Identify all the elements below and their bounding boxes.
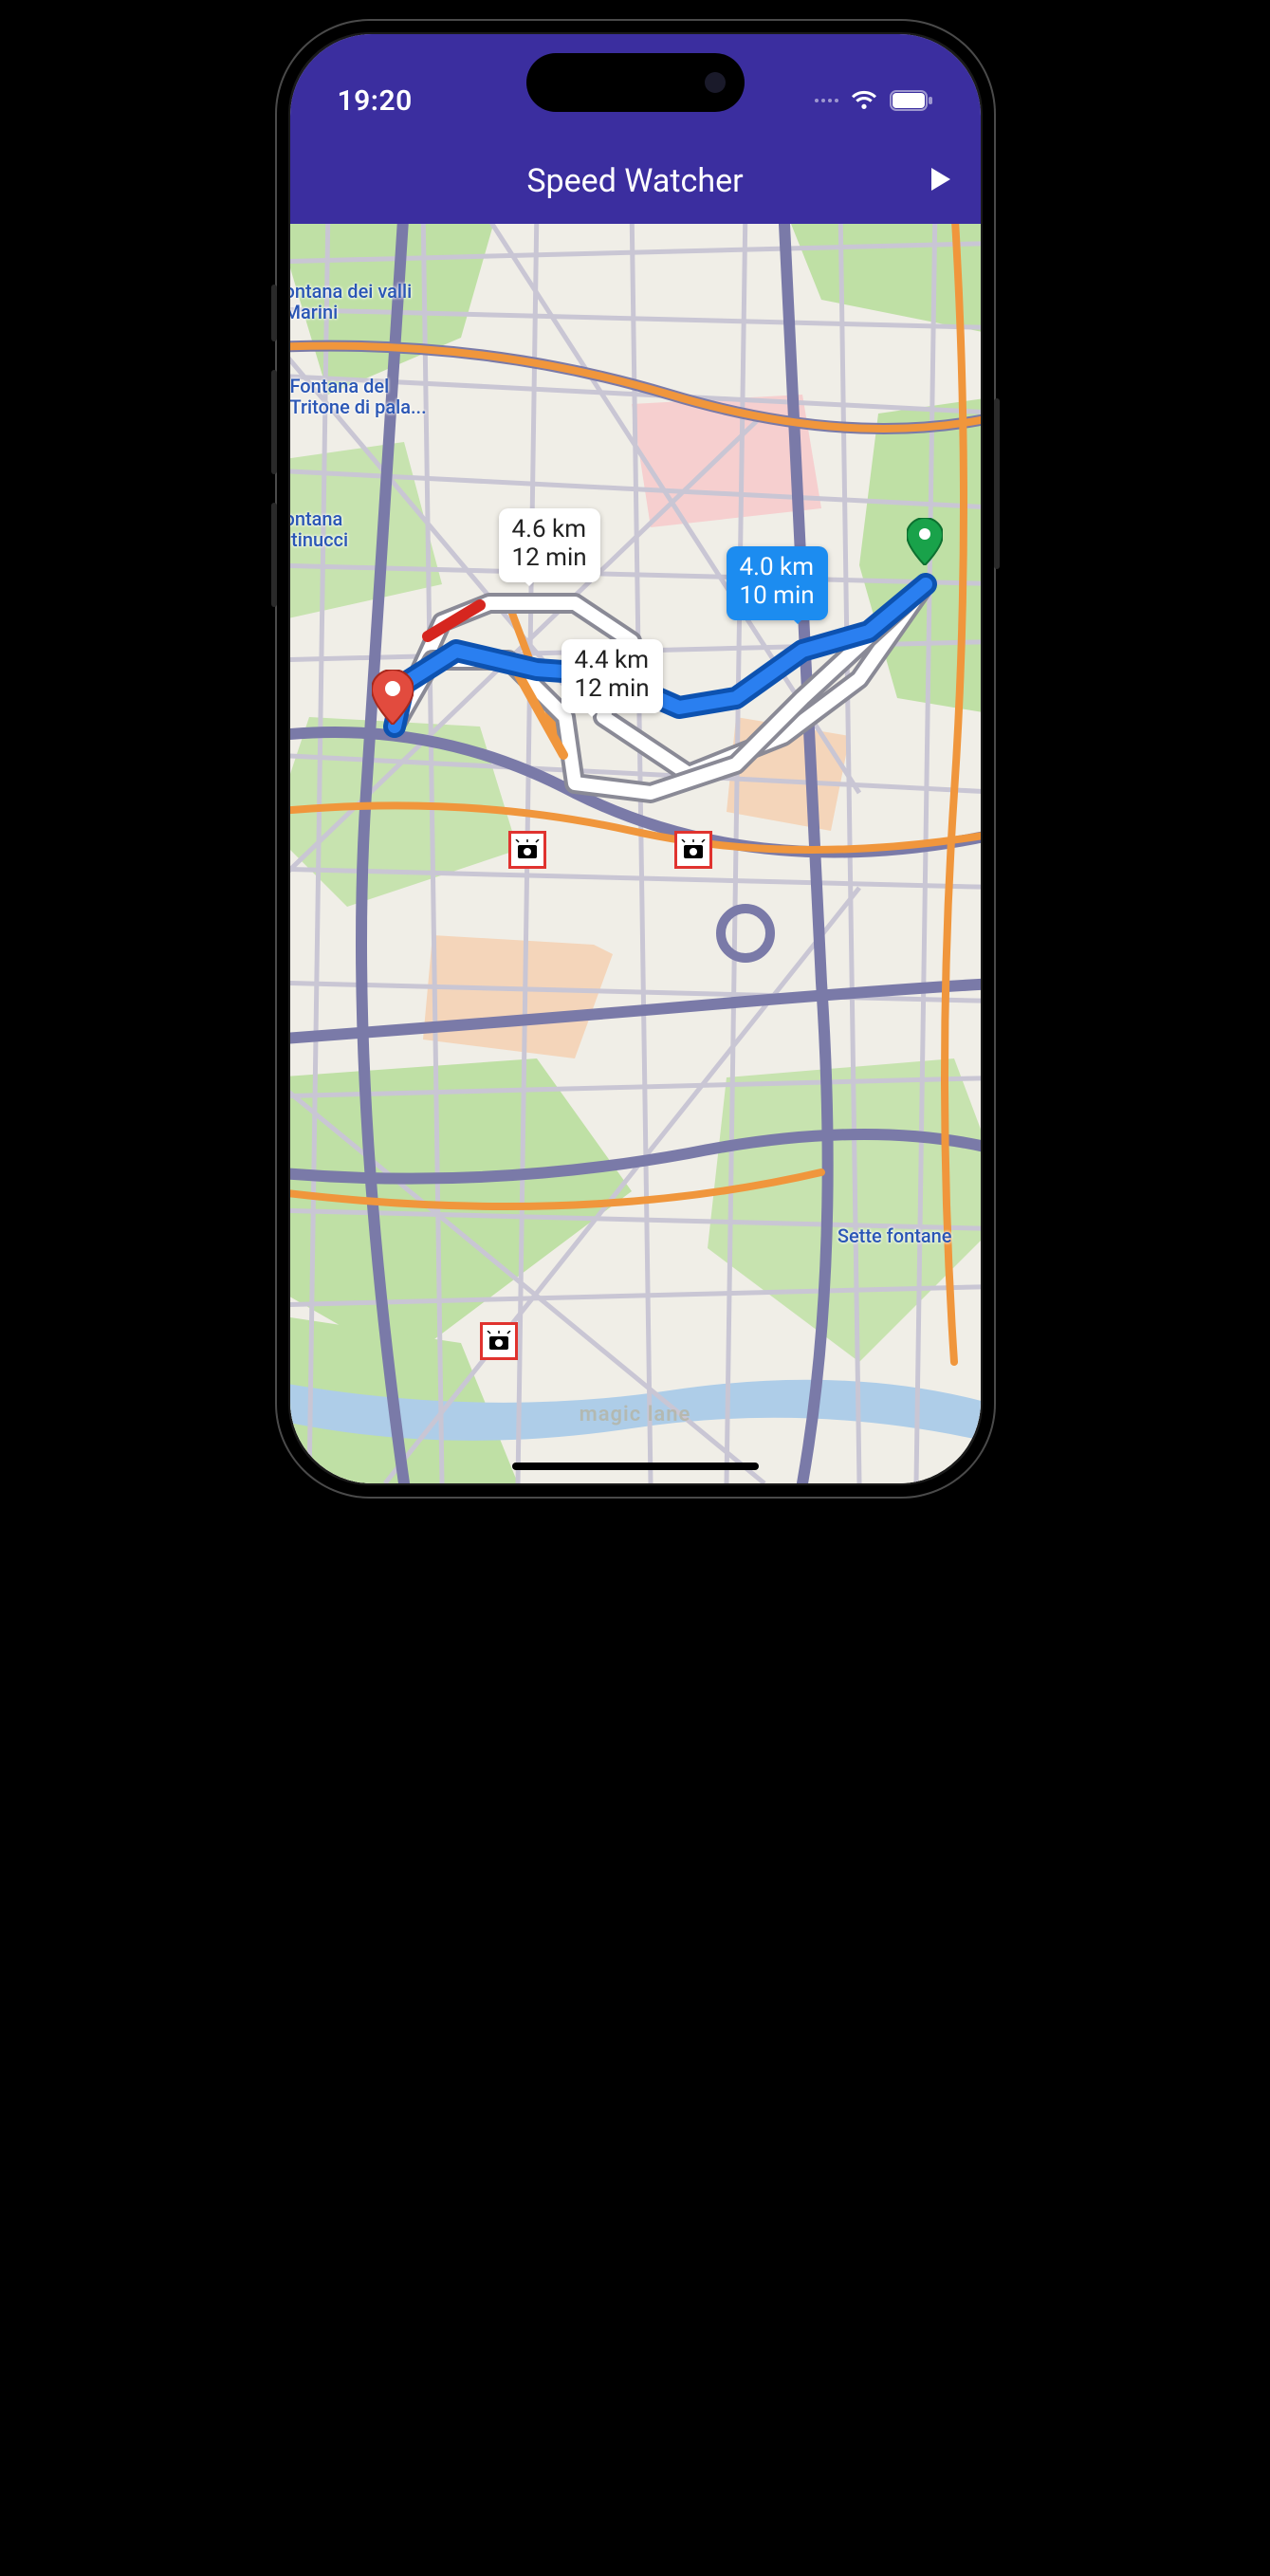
map-watermark: magic lane — [580, 1403, 691, 1426]
play-button[interactable] — [929, 166, 952, 196]
app-bar: Speed Watcher — [290, 138, 981, 224]
camera-dot — [705, 72, 726, 93]
route-duration: 12 min — [575, 675, 650, 704]
map-tiles — [290, 224, 981, 1483]
speed-camera-icon[interactable] — [508, 831, 546, 869]
side-button — [271, 370, 277, 474]
destination-pin-icon[interactable] — [372, 670, 414, 728]
cellular-dots-icon — [815, 99, 838, 102]
app-title: Speed Watcher — [526, 162, 743, 200]
side-button — [994, 398, 1000, 569]
side-button — [271, 285, 277, 341]
route-selected[interactable]: 4.0 km 10 min — [727, 546, 828, 620]
dynamic-island — [526, 53, 745, 112]
screen: 19:20 Speed Watcher — [290, 34, 981, 1483]
route-distance: 4.0 km — [740, 554, 815, 582]
phone-frame: 19:20 Speed Watcher — [275, 19, 996, 1499]
speed-camera-icon[interactable] — [480, 1322, 518, 1360]
play-icon — [929, 166, 952, 193]
side-button — [271, 503, 277, 607]
speed-camera-icon[interactable] — [674, 831, 712, 869]
origin-pin-icon[interactable] — [907, 518, 943, 569]
status-time: 19:20 — [338, 84, 413, 118]
status-right — [815, 90, 933, 111]
map-view[interactable]: ontana dei valli Marini Fontana del Trit… — [290, 224, 981, 1483]
route-alternative-b[interactable]: 4.4 km 12 min — [561, 639, 663, 713]
route-alternative-a[interactable]: 4.6 km 12 min — [499, 508, 600, 582]
route-distance: 4.6 km — [512, 516, 587, 544]
home-indicator[interactable] — [512, 1463, 759, 1470]
route-duration: 12 min — [512, 544, 587, 573]
wifi-icon — [850, 90, 878, 111]
route-duration: 10 min — [740, 582, 815, 611]
route-distance: 4.4 km — [575, 647, 650, 675]
battery-icon — [890, 90, 933, 111]
